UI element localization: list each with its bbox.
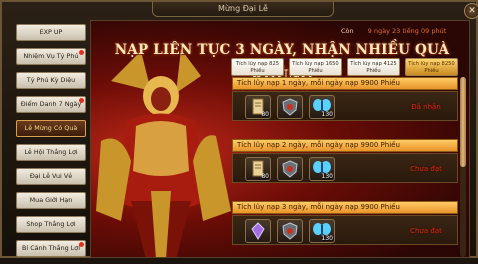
sidebar: EXP UP Nhiệm Vụ Tỷ Phú Tỷ Phú Kỳ Diệu Đi… [16, 24, 86, 264]
tab-recharge-1650[interactable]: Tích lũy nạp 1650 Phiếu [289, 58, 342, 76]
butterfly-icon[interactable]: 130 [309, 95, 335, 119]
notification-dot [79, 50, 84, 55]
sidebar-item-label: Lễ Hội Thắng Lợi [24, 148, 78, 156]
item-count: 80 [261, 111, 269, 118]
sidebar-item-limited-purchase[interactable]: Mua Giới Hạn [16, 192, 86, 209]
tab-recharge-8250[interactable]: Tích lũy nạp 8250 Phiếu [405, 58, 458, 76]
scrollbar-thumb[interactable] [460, 77, 466, 167]
sidebar-item-label: Tỷ Phú Kỳ Diệu [26, 76, 76, 84]
scroll-icon[interactable]: 80 [245, 95, 271, 119]
reward-row-header: Tích lũy nạp 3 ngày, mỗi ngày nạp 9900 P… [232, 201, 458, 214]
reward-row: 130 Chưa đạt [232, 215, 458, 245]
tab-label: Tích lũy nạp 1650 [292, 61, 339, 67]
sidebar-item-label: Điểm Danh 7 Ngày [20, 100, 82, 108]
reward-list: Tích lũy nạp 1 ngày, mỗi ngày nạp 9900 P… [232, 77, 468, 257]
sidebar-item-label: Bí Cảnh Thắng Lợi [22, 244, 80, 252]
item-count: 130 [321, 111, 333, 118]
sidebar-item-happy-celebration[interactable]: Đại Lễ Vui Vẻ [16, 168, 86, 185]
reward-row-header: Tích lũy nạp 2 ngày, mỗi ngày nạp 9900 P… [232, 139, 458, 152]
event-window: Mừng Đại Lễ ✕ EXP UP Nhiệm Vụ Tỷ Phú Tỷ … [0, 0, 478, 258]
reward-row: 80 130 Đã nhận [232, 91, 458, 121]
reward-status: Chưa đạt [410, 165, 442, 173]
sidebar-item-label: Lễ Mừng Có Quà [24, 124, 78, 132]
tab-recharge-4125[interactable]: Tích lũy nạp 4125 Phiếu [347, 58, 400, 76]
countdown-value: 9 ngày 23 tiếng 09 phút [367, 27, 447, 35]
reward-row-header: Tích lũy nạp 1 ngày, mỗi ngày nạp 9900 P… [232, 77, 458, 90]
tab-sublabel: Phiếu [308, 68, 323, 74]
close-icon: ✕ [468, 6, 476, 16]
window-title: Mừng Đại Lễ [152, 2, 334, 17]
sidebar-item-exp-up[interactable]: EXP UP [16, 24, 86, 41]
sidebar-item-label: EXP UP [39, 28, 63, 36]
sidebar-item-gift-celebration[interactable]: Lễ Mừng Có Quà [16, 120, 86, 137]
close-button[interactable]: ✕ [464, 3, 478, 19]
countdown-label: Còn [341, 27, 354, 35]
scrollbar[interactable] [460, 77, 466, 257]
gem-icon[interactable] [245, 219, 271, 243]
sidebar-item-victory-festival[interactable]: Lễ Hội Thắng Lợi [16, 144, 86, 161]
butterfly-icon[interactable]: 130 [309, 157, 335, 181]
item-count: 80 [261, 173, 269, 180]
tab-sublabel: Phiếu [424, 68, 439, 74]
tab-sublabel: Phiếu [250, 68, 265, 74]
sidebar-item-victory-shop[interactable]: Shop Thắng Lợi [16, 216, 86, 233]
reward-status: Đã nhận [411, 103, 441, 111]
tab-sublabel: Phiếu [366, 68, 381, 74]
sidebar-item-label: Nhiệm Vụ Tỷ Phú [23, 52, 79, 60]
sidebar-item-label: Đại Lễ Vui Vẻ [29, 172, 73, 180]
item-count: 130 [321, 235, 333, 242]
shield-icon[interactable] [277, 157, 303, 181]
notification-dot [79, 242, 84, 247]
tab-label: Tích lũy nạp 825 [235, 61, 280, 67]
reward-row: 80 130 Chưa đạt [232, 153, 458, 183]
sidebar-item-wonder-tycoon[interactable]: Tỷ Phú Kỳ Diệu [16, 72, 86, 89]
sidebar-item-label: Mua Giới Hạn [29, 196, 73, 204]
shield-icon[interactable] [277, 95, 303, 119]
tab-label: Tích lũy nạp 4125 [350, 61, 397, 67]
shield-icon[interactable] [277, 219, 303, 243]
tab-label: Tích lũy nạp 8250 [408, 61, 455, 67]
tab-recharge-825[interactable]: Tích lũy nạp 825 Phiếu [231, 58, 284, 76]
butterfly-icon[interactable]: 130 [309, 219, 335, 243]
sidebar-item-tycoon-quest[interactable]: Nhiệm Vụ Tỷ Phú [16, 48, 86, 65]
scroll-icon[interactable]: 80 [245, 157, 271, 181]
sidebar-item-victory-secret-realm[interactable]: Bí Cảnh Thắng Lợi [16, 240, 86, 257]
sidebar-item-7-day-checkin[interactable]: Điểm Danh 7 Ngày [16, 96, 86, 113]
notification-dot [79, 98, 84, 103]
event-panel: Còn 9 ngày 23 tiếng 09 phút NẠP LIÊN TỤC … [90, 20, 470, 258]
countdown: Còn 9 ngày 23 tiếng 09 phút [341, 27, 446, 35]
item-count: 130 [321, 173, 333, 180]
reward-status: Chưa đạt [410, 227, 442, 235]
sidebar-item-label: Shop Thắng Lợi [26, 220, 76, 228]
